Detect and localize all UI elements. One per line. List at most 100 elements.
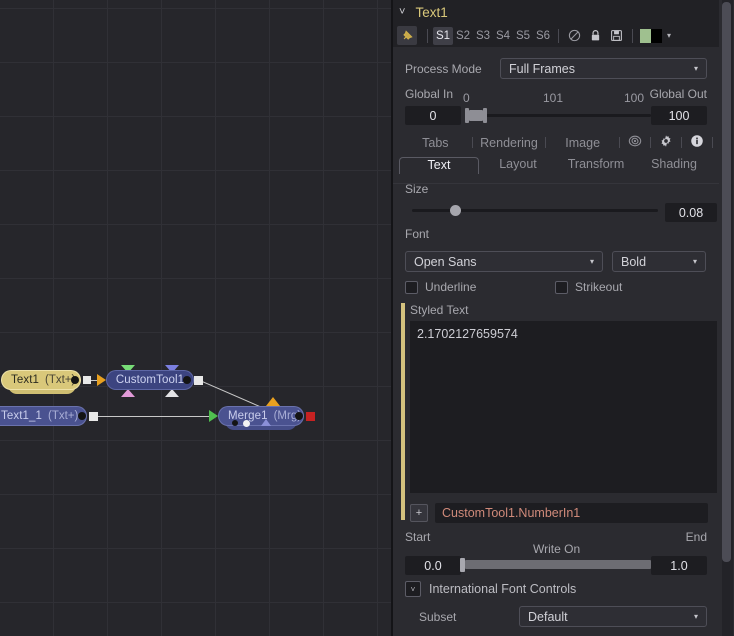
size-slider-knob[interactable] [450,205,461,216]
node-merge1-output-square[interactable] [306,412,315,421]
collapse-chevron-icon[interactable]: ˅ [399,6,405,18]
node-text1_1-output-dot[interactable] [78,412,86,420]
page-title: Text1 [415,4,448,20]
global-tick-start: 0 [463,91,470,105]
underline-label: Underline [425,280,477,294]
write-on-handle-left[interactable] [460,558,465,572]
disable-icon[interactable] [564,27,585,45]
write-on-end-input[interactable]: 1.0 [651,556,707,575]
global-in-input[interactable]: 0 [405,106,461,125]
size-input[interactable]: 0.08 [665,203,717,222]
node-customtool1-output-square[interactable] [194,376,203,385]
state-tab-s3[interactable]: S3 [473,27,493,45]
state-tab-s4[interactable]: S4 [493,27,513,45]
chevron-down-icon: ▾ [693,64,698,73]
strikeout-label: Strikeout [575,280,623,294]
merge1-input-green-arrow [209,410,218,422]
subset-select[interactable]: Default ▾ [519,606,707,627]
target-icon[interactable] [620,134,650,151]
state-tab-s6[interactable]: S6 [533,27,553,45]
font-family-select[interactable]: Open Sans ▾ [405,251,603,272]
tab-image[interactable]: Image [546,136,619,150]
pin-icon[interactable] [397,26,417,45]
global-out-label: Global Out [649,87,707,101]
expression-expand-button[interactable]: + [410,504,428,522]
wire-text1_1-to-merge1 [92,416,216,417]
font-decoration-row: Underline Strikeout [393,280,719,294]
customtool1-input-pink-triangle[interactable] [121,389,135,397]
tab-shading[interactable]: Shading [635,157,713,174]
global-range-slider[interactable] [465,108,651,123]
write-on-slider[interactable] [460,558,656,572]
node-text1_1[interactable]: Text1_1 (Txt+) [0,407,86,425]
node-text1_1-output-square[interactable] [89,412,98,421]
font-label-row: Font [393,227,719,251]
node-graph-canvas[interactable]: Text1 (Txt+) CustomTool1 Text1_1 (Txt+) … [0,0,392,636]
toolbar-divider-2 [558,28,559,43]
info-icon[interactable] [682,134,712,151]
state-tab-s1[interactable]: S1 [433,26,453,45]
node-text1-output-dot[interactable] [71,376,79,384]
save-icon[interactable] [606,27,627,45]
subset-label: Subset [419,609,457,624]
styled-text-label: Styled Text [410,303,469,317]
node-text1-output-square[interactable] [83,376,91,384]
lock-icon[interactable] [585,27,606,45]
global-out-input[interactable]: 100 [651,106,707,125]
write-on-start-label: Start [405,530,431,544]
wire-customtool1-to-merge1 [199,380,268,411]
subset-value: Default [528,609,568,624]
underline-checkbox[interactable] [405,280,418,294]
node-merge1-ctrl-dot-2 [243,420,250,427]
node-merge1-output-dot[interactable] [295,412,303,420]
tabs-divider-6 [712,137,714,148]
tab-transform[interactable]: Transform [557,157,635,174]
global-tick-mid: 101 [543,91,564,105]
customtool1-input-white-triangle[interactable] [165,389,179,397]
global-tick-end: 100 [624,91,645,105]
inspector-toolbar: S1 S2 S3 S4 S5 S6 ▾ [393,24,719,47]
international-font-controls-row[interactable]: ˅ International Font Controls [393,581,719,597]
node-text1-name: Text1 [11,374,39,386]
inspector-header: ˅ Text1 [393,0,719,24]
state-tab-s5[interactable]: S5 [513,27,533,45]
process-mode-row: Process Mode Full Frames ▾ [393,58,719,79]
node-customtool1-output-dot[interactable] [183,376,191,384]
inspector-scrollbar[interactable] [722,0,733,636]
state-tab-s2[interactable]: S2 [453,27,473,45]
tab-text[interactable]: Text [399,157,479,174]
inspector-panel: ˅ Text1 S1 S2 S3 S4 S5 S6 ▾ Process Mode… [393,0,734,636]
process-mode-select[interactable]: Full Frames ▾ [500,58,707,79]
node-customtool1[interactable]: CustomTool1 [107,371,193,389]
node-text1_1-name: Text1_1 [1,410,42,422]
node-text1[interactable]: Text1 (Txt+) [2,371,80,389]
size-slider[interactable] [412,205,658,216]
expression-row: + CustomTool1.NumberIn1 [393,494,719,526]
global-range-handle-right[interactable] [483,108,487,123]
write-on-end-label: End [685,530,707,544]
font-selects-row: Open Sans ▾ Bold ▾ [393,251,719,272]
color-swatch[interactable] [640,28,662,43]
international-collapse-icon[interactable]: ˅ [405,581,421,597]
gear-icon[interactable] [651,134,681,151]
swatch-caret-icon[interactable]: ▾ [667,31,671,40]
inspector-scrollbar-thumb[interactable] [722,2,731,562]
styled-text-area[interactable]: 2.1702127659574 [410,321,717,493]
write-on-title: Write On [533,542,581,556]
toolbar-divider-1 [427,28,428,43]
tab-rendering[interactable]: Rendering [473,136,546,150]
merge1-input-yellow-triangle[interactable] [266,397,280,406]
node-customtool1-name: CustomTool1 [115,374,185,386]
swatch-left-half [640,28,651,43]
font-label: Font [405,227,430,241]
expression-accent [401,494,405,520]
global-range-bar[interactable] [469,110,483,121]
international-label: International Font Controls [429,582,577,596]
strikeout-checkbox[interactable] [555,280,568,294]
write-on-start-input[interactable]: 0.0 [405,556,461,575]
expression-field[interactable]: CustomTool1.NumberIn1 [435,503,708,523]
fusion-window: Text1 (Txt+) CustomTool1 Text1_1 (Txt+) … [0,0,734,636]
font-style-select[interactable]: Bold ▾ [612,251,706,272]
tab-layout[interactable]: Layout [479,157,557,174]
tab-tabs[interactable]: Tabs [399,136,472,150]
